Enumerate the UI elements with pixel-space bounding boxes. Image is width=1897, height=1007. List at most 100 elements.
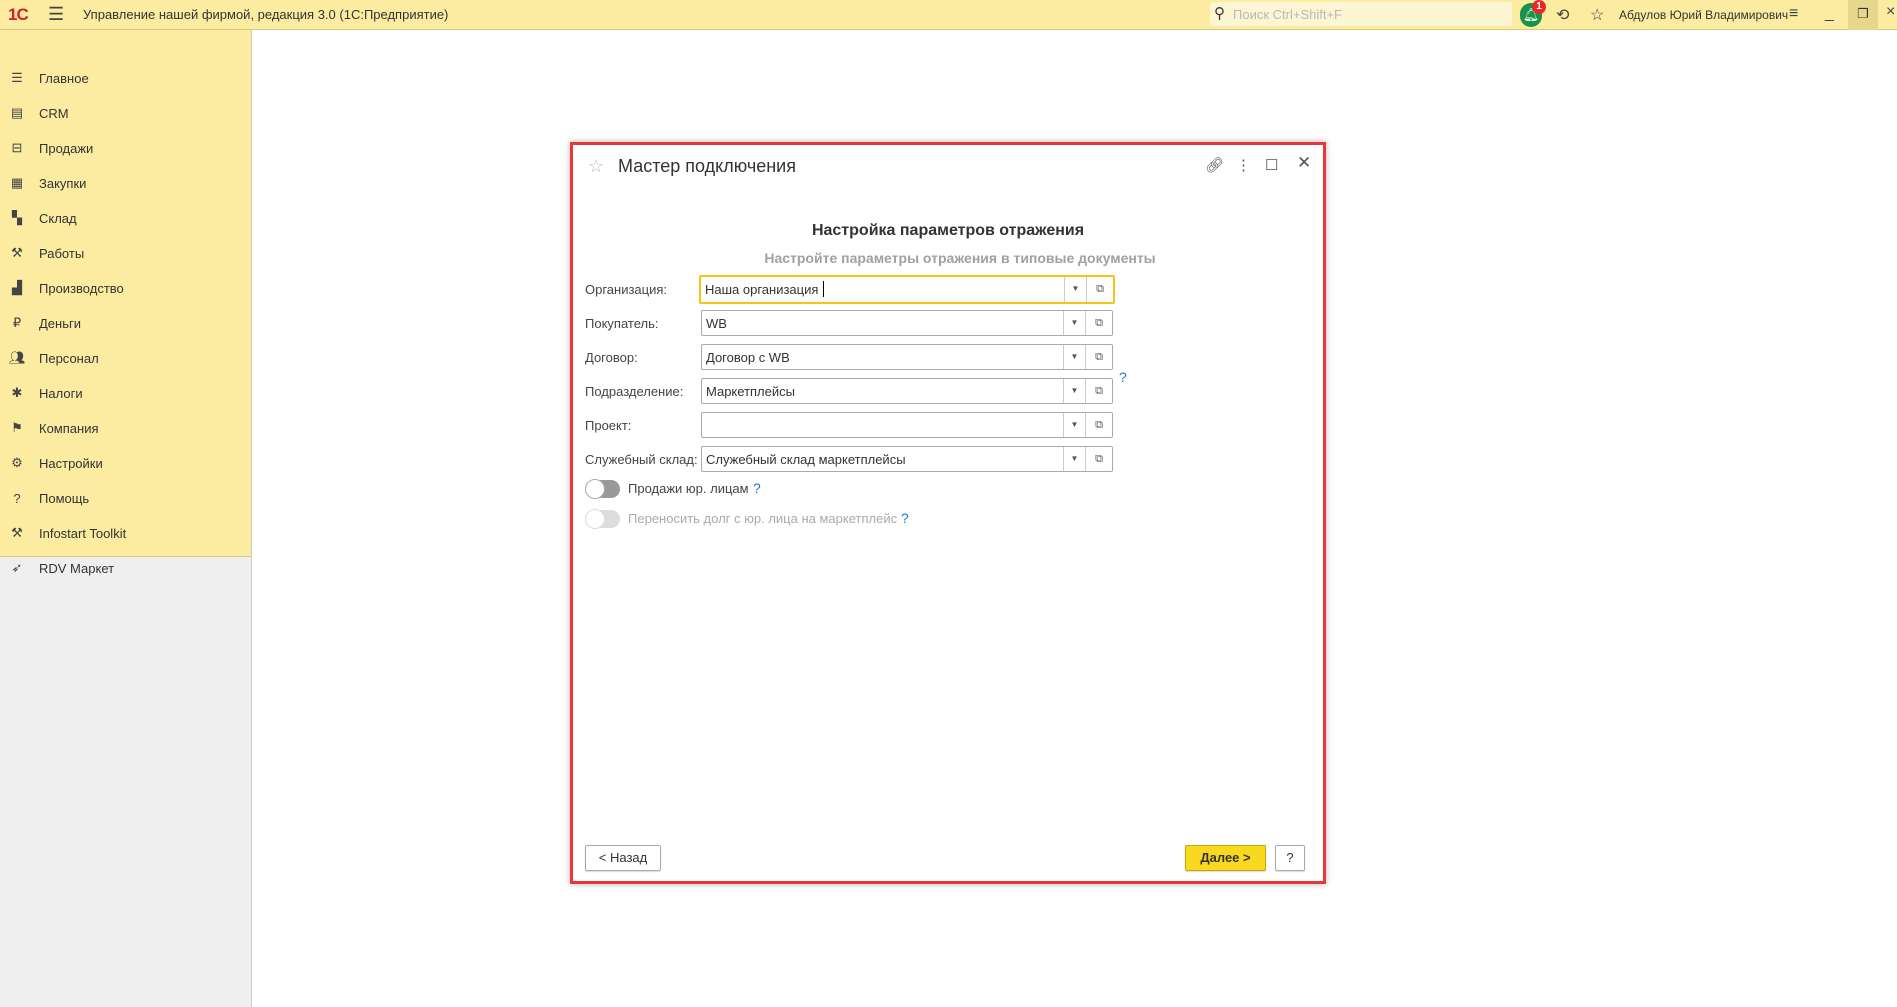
flag-icon: ⚑ [11, 420, 23, 435]
field-input[interactable]: WB ▼ ⧉ [701, 310, 1113, 336]
sidebar-item[interactable]: ✱ Налоги [0, 376, 251, 410]
crm-icon: ▤ [10, 105, 24, 120]
sidebar-item-label: Персонал [39, 350, 99, 366]
field-label: Подразделение: [585, 384, 684, 399]
field-input[interactable]: Служебный склад маркетплейсы ▼ ⧉ [701, 446, 1113, 472]
dropdown-arrow-icon[interactable]: ▼ [1063, 413, 1085, 437]
field-label: Договор: [585, 350, 638, 365]
sidebar-item[interactable]: ? Помощь [0, 481, 251, 515]
open-item-icon[interactable]: ⧉ [1085, 413, 1112, 437]
favorites-star-icon[interactable]: ☆ [1590, 5, 1604, 25]
sidebar-item[interactable]: 👥︎ Персонал [0, 341, 251, 375]
more-icon[interactable]: ⋮ [1236, 156, 1251, 174]
notifications-badge: 1 [1532, 0, 1546, 14]
field-input[interactable]: Маркетплейсы ▼ ⧉ [701, 378, 1113, 404]
rocket-icon: ➶ [11, 560, 23, 575]
warehouse-icon: ▚ [12, 210, 22, 225]
1c-logo: 1С [8, 5, 29, 24]
sidebar-item[interactable]: ⊟ Продажи [0, 131, 251, 165]
settings-menu-icon[interactable]: ≡ [1789, 5, 1798, 23]
next-button[interactable]: Далее > [1185, 845, 1266, 871]
sidebar-item-label: Infostart Toolkit [39, 525, 127, 541]
sidebar-item[interactable]: ₽ Деньги [0, 306, 251, 340]
field-input[interactable]: Наша организация ▼ ⧉ [699, 275, 1115, 304]
emblem-icon: ✱ [11, 385, 23, 400]
transfer-debt-toggle [585, 509, 620, 529]
factory-icon: ▟ [12, 280, 22, 295]
dialog-title: Мастер подключения [618, 156, 796, 176]
sidebar-item[interactable]: ⚙ Настройки [0, 446, 251, 480]
form-row: Организация: Наша организация ▼ ⧉ [585, 275, 1285, 304]
purchases-icon: ▦ [10, 175, 24, 190]
top-bar: 1С ☰ Управление нашей фирмой, редакция 3… [0, 0, 1897, 30]
sidebar-item[interactable]: ⚒ Работы [0, 236, 251, 270]
legal-entity-sales-toggle[interactable] [585, 479, 620, 499]
form-row: Подразделение: Маркетплейсы ▼ ⧉ [585, 378, 1285, 404]
help-icon: ? [13, 490, 21, 506]
form-row: Служебный склад: Служебный склад маркетп… [585, 446, 1285, 472]
sidebar-item[interactable]: ▤ CRM [0, 96, 251, 130]
form-row: Проект: ▼ ⧉ [585, 412, 1285, 438]
field-value: Служебный склад маркетплейсы [706, 452, 906, 467]
sidebar-item-label: Компания [39, 420, 99, 436]
ruble-icon: ₽ [12, 315, 22, 330]
restore-window-icon[interactable]: ❐ [1848, 0, 1878, 30]
dropdown-arrow-icon[interactable]: ▼ [1063, 345, 1085, 369]
sidebar-item[interactable]: ☰ Главное [0, 61, 251, 95]
back-button[interactable]: < Назад [585, 845, 661, 871]
connection-wizard-dialog: ☆ Мастер подключения 🔗︎ ⋮ ☐ ✕ Настройка … [570, 142, 1326, 884]
favorite-star-icon[interactable]: ☆ [588, 156, 604, 177]
search-input[interactable]: ⚲ Поиск Ctrl+Shift+F [1210, 2, 1512, 26]
user-name[interactable]: Абдулов Юрий Владимирович [1619, 8, 1788, 22]
main-menu-icon[interactable]: ☰ [48, 4, 64, 25]
field-value: Наша организация [705, 282, 819, 297]
step-heading: Настройка параметров отражения [811, 222, 1085, 239]
open-item-icon[interactable]: ⧉ [1085, 311, 1112, 335]
sidebar-item-label: Продажи [39, 140, 94, 156]
field-input[interactable]: ▼ ⧉ [701, 412, 1113, 438]
legal-entity-sales-help-icon[interactable]: ? [753, 480, 761, 496]
sidebar-item[interactable]: ▦ Закупки [0, 166, 251, 200]
field-label: Организация: [585, 282, 668, 297]
sidebar-item-label: RDV Маркет [39, 560, 115, 576]
dropdown-arrow-icon[interactable]: ▼ [1063, 379, 1085, 403]
sidebar-item-label: Склад [39, 210, 77, 226]
search-icon: ⚲ [1214, 5, 1225, 22]
sidebar-item-label: Работы [39, 245, 85, 261]
dropdown-arrow-icon[interactable]: ▼ [1064, 277, 1086, 302]
sidebar-item[interactable]: ⚑ Компания [0, 411, 251, 445]
field-label: Служебный склад: [585, 452, 698, 467]
sidebar: ☰ Главное ▤ CRM ⊟ Продажи ▦ Закупки ▚ Склад ⚒ Работ… [0, 30, 252, 1007]
transfer-debt-help-icon[interactable]: ? [901, 510, 909, 526]
minimize-icon[interactable]: _ [1825, 5, 1834, 23]
people-icon: 👥︎ [9, 350, 26, 365]
menu-icon: ☰ [11, 70, 23, 85]
sidebar-item[interactable]: ⚒ Infostart Toolkit [0, 516, 251, 550]
open-item-icon[interactable]: ⧉ [1086, 277, 1113, 302]
sidebar-item[interactable]: ▟ Производство [0, 271, 251, 305]
sidebar-item[interactable]: ▚ Склад [0, 201, 251, 235]
search-placeholder: Поиск Ctrl+Shift+F [1233, 7, 1342, 22]
sidebar-item-label: Деньги [39, 315, 81, 331]
dropdown-arrow-icon[interactable]: ▼ [1063, 447, 1085, 471]
field-input[interactable]: Договор с WB ▼ ⧉ [701, 344, 1113, 370]
history-icon[interactable]: ⟲ [1556, 5, 1569, 25]
step-subheading: Настройте параметры отражения в типовые … [764, 250, 1156, 266]
open-item-icon[interactable]: ⧉ [1085, 447, 1112, 471]
help-button[interactable]: ? [1275, 845, 1305, 871]
warehouse-help-icon[interactable]: ? [1119, 369, 1127, 385]
sidebar-item-label: Налоги [39, 385, 83, 401]
form-row: Покупатель: WB ▼ ⧉ [585, 310, 1285, 336]
close-window-icon[interactable]: × [1886, 3, 1895, 21]
gear-icon: ⚙ [11, 455, 23, 470]
open-item-icon[interactable]: ⧉ [1085, 345, 1112, 369]
open-item-icon[interactable]: ⧉ [1085, 379, 1112, 403]
sidebar-item[interactable]: ➶ RDV Маркет [0, 551, 251, 585]
close-icon[interactable]: ✕ [1297, 153, 1311, 173]
dropdown-arrow-icon[interactable]: ▼ [1063, 311, 1085, 335]
maximize-icon[interactable]: ☐ [1265, 156, 1278, 174]
text-cursor [823, 281, 824, 297]
tools-icon: ⚒ [11, 245, 23, 260]
field-label: Проект: [585, 418, 632, 433]
link-icon[interactable]: 🔗︎ [1205, 156, 1224, 174]
